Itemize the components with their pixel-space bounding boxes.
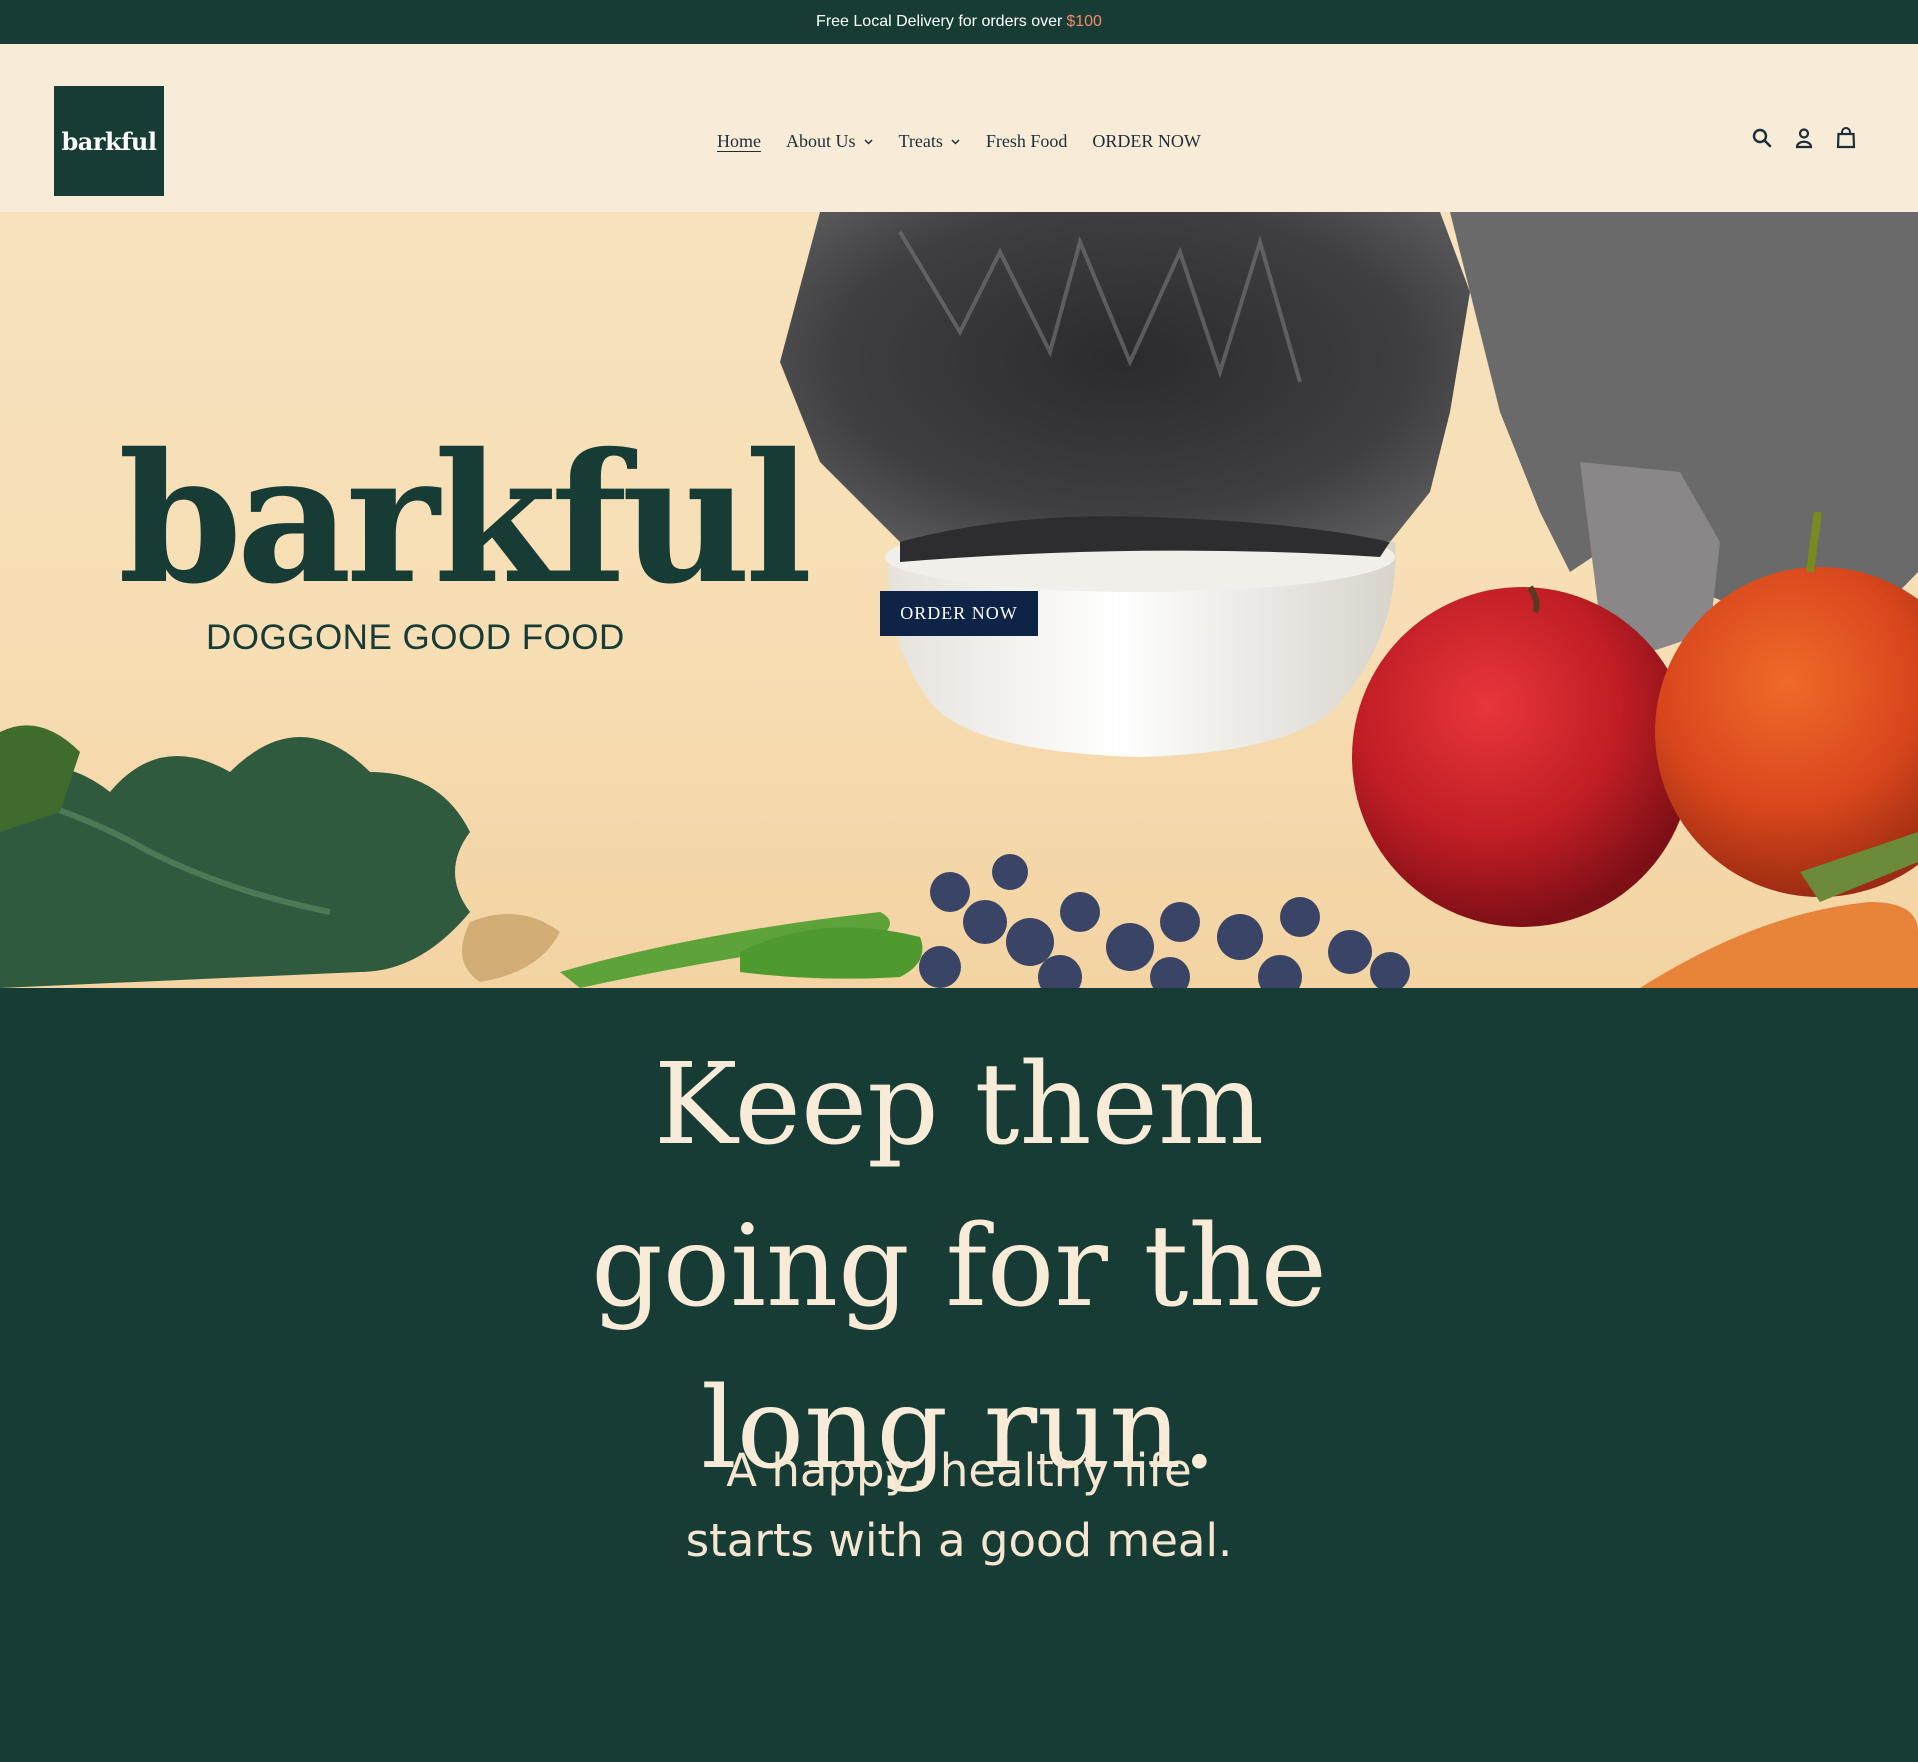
- nav-item-about-us[interactable]: About Us: [786, 131, 874, 152]
- hero-brand-wordmark: barkful: [118, 414, 813, 623]
- nav-item-fresh-food[interactable]: Fresh Food: [986, 131, 1068, 152]
- intro-section: Keep them going for the long run. A happ…: [0, 988, 1918, 1762]
- nav-item-label: About Us: [786, 130, 856, 151]
- nav-item-treats[interactable]: Treats: [899, 131, 961, 152]
- hero-tagline: DOGGONE GOOD FOOD: [206, 618, 625, 657]
- announcement-amount: $100: [1066, 13, 1102, 30]
- nav-item-label: Fresh Food: [985, 130, 1068, 151]
- chevron-down-icon: [863, 138, 873, 145]
- announcement-text: Free Local Delivery for orders over: [816, 13, 1063, 30]
- nav-item-label: Treats: [898, 130, 943, 151]
- headline-line: going for the: [591, 1202, 1327, 1332]
- announcement-bar: Free Local Delivery for orders over $100: [0, 0, 1918, 44]
- site-header: barkful Home About Us Treats Fresh Food …: [0, 44, 1918, 212]
- chevron-down-icon: [951, 138, 960, 145]
- cart-icon[interactable]: [1834, 126, 1858, 150]
- hero-order-button[interactable]: ORDER NOW: [880, 591, 1038, 636]
- header-icons: [1750, 126, 1858, 150]
- headline-line: Keep them: [653, 1040, 1265, 1170]
- nav-item-home[interactable]: Home: [717, 131, 761, 152]
- logo[interactable]: barkful: [54, 86, 164, 196]
- search-icon[interactable]: [1750, 126, 1774, 150]
- nav-item-label: Home: [717, 130, 761, 151]
- subheading-line: starts with a good meal.: [685, 1514, 1233, 1567]
- nav-item-label: ORDER NOW: [1092, 130, 1201, 151]
- hero-banner: barkful DOGGONE GOOD FOOD ORDER NOW: [0, 212, 1918, 988]
- logo-text: barkful: [61, 126, 158, 156]
- main-nav: Home About Us Treats Fresh Food ORDER NO…: [717, 126, 1226, 156]
- subheading-line: A happy, healthy life: [726, 1444, 1192, 1497]
- account-icon[interactable]: [1792, 126, 1816, 150]
- nav-item-order-now[interactable]: ORDER NOW: [1092, 131, 1201, 152]
- section-subheading: A happy, healthy life starts with a good…: [0, 1436, 1918, 1576]
